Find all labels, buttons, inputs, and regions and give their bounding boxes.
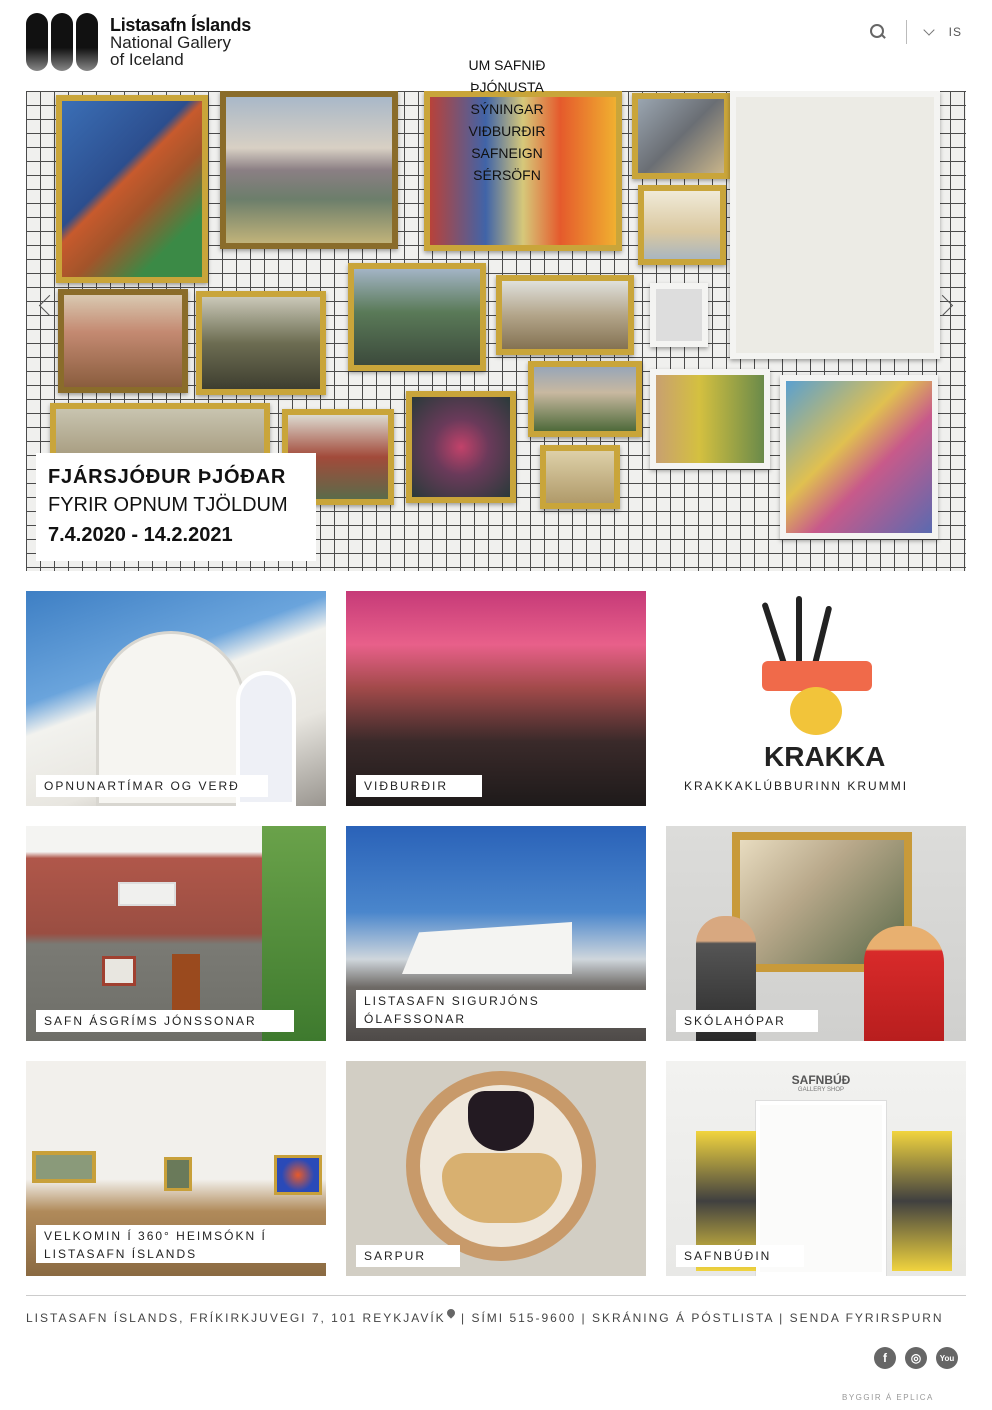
tile-kids-club[interactable]: KRAKKA KRAKKAKLÚBBURINN KRUMMI [666, 591, 966, 806]
header-tools: IS [868, 20, 962, 44]
footer-info: LISTASAFN ÍSLANDS, FRÍKIRKJUVEGI 7, 101 … [26, 1309, 944, 1325]
painting [650, 283, 708, 347]
tile-sigurjon-museum[interactable]: LISTASAFN SIGURJÓNS ÓLAFSSONAR [346, 826, 646, 1041]
painting [496, 275, 634, 355]
krakka-logo-text: KRAKKA [764, 741, 886, 772]
nav-item-safneign[interactable]: SAFNEIGN [464, 142, 550, 164]
hero-caption[interactable]: FJÁRSJÓÐUR ÞJÓÐAR FYRIR OPNUM TJÖLDUM 7.… [36, 453, 316, 561]
painting [274, 1155, 322, 1195]
skirt-figure [442, 1153, 562, 1223]
footer-phone: | SÍMI 515-9600 [461, 1311, 577, 1325]
chevron-down-icon[interactable] [923, 26, 935, 38]
instagram-icon[interactable]: ◎ [905, 1347, 927, 1369]
skylight-window [118, 882, 176, 906]
social-links: f ◎ You [874, 1347, 958, 1369]
painting [540, 445, 620, 509]
painting [56, 95, 208, 283]
builder-credit[interactable]: BYGGIR Á EPLICA [842, 1393, 934, 1402]
child-figure [864, 926, 944, 1041]
shop-sign: SAFNBÚÐ [791, 1073, 851, 1087]
logo-mark-icon [26, 13, 98, 71]
trees [262, 826, 326, 1041]
tile-label: KRAKKAKLÚBBURINN KRUMMI [684, 779, 909, 793]
main-nav: UM SAFNIÐ ÞJÓNUSTA SÝNINGAR VIÐBURÐIR SA… [464, 54, 550, 186]
footer-address: LISTASAFN ÍSLANDS, FRÍKIRKJUVEGI 7, 101 … [26, 1311, 446, 1325]
tile-label: SARPUR [356, 1245, 460, 1267]
facebook-icon[interactable]: f [874, 1347, 896, 1369]
painting [632, 93, 730, 179]
tile-sarpur[interactable]: SARPUR [346, 1061, 646, 1276]
tile-label-line2: LISTASAFN ÍSLANDS [44, 1247, 198, 1261]
painting [58, 289, 188, 393]
tile-label: LISTASAFN SIGURJÓNS ÓLAFSSONAR [356, 990, 646, 1028]
nav-item-vidburdir[interactable]: VIÐBURÐIR [464, 120, 550, 142]
tile-label: SAFNBÚÐIN [676, 1245, 804, 1267]
painting [528, 361, 642, 437]
tile-label: OPNUNARTÍMAR OG VERÐ [36, 775, 268, 797]
logo-subtitle-line1: National Gallery [110, 32, 231, 52]
search-icon[interactable] [868, 22, 888, 42]
face [790, 687, 842, 735]
painting [348, 263, 486, 371]
painting [164, 1157, 192, 1191]
painting [780, 375, 938, 539]
chevron-left-icon[interactable] [36, 291, 52, 321]
page: Listasafn Íslands National Gallery of Ic… [0, 0, 992, 1410]
logo-text: Listasafn Íslands National Gallery of Ic… [110, 14, 251, 69]
door [172, 954, 200, 1010]
feather [761, 601, 789, 671]
shop-sign-sub: GALLERY SHOP [797, 1087, 845, 1093]
hero-dates: 7.4.2020 - 14.2.2021 [48, 524, 233, 546]
painting [32, 1151, 96, 1183]
footer-contact-link[interactable]: | SENDA FYRIRSPURN [779, 1311, 943, 1325]
footer-mailing-list-link[interactable]: | SKRÁNING Á PÓSTLISTA [582, 1311, 774, 1325]
tile-label-line1: LISTASAFN SIGURJÓNS [364, 994, 540, 1008]
tile-label-line1: VELKOMIN Í 360° HEIMSÓKN Í [44, 1229, 267, 1243]
header-divider [905, 20, 907, 44]
tile-asgrimur-museum[interactable]: SAFN ÁSGRÍMS JÓNSSONAR [26, 826, 326, 1041]
tile-label: SAFN ÁSGRÍMS JÓNSSONAR [36, 1010, 294, 1032]
painting [730, 91, 940, 359]
nav-item-thjonusta[interactable]: ÞJÓNUSTA [464, 76, 550, 98]
tile-events[interactable]: VIÐBURÐIR [346, 591, 646, 806]
tile-label: SKÓLAHÓPAR [676, 1010, 818, 1032]
display-shelf [892, 1131, 952, 1271]
nav-item-sersofn[interactable]: SÉRSÖFN [464, 164, 550, 186]
painting [406, 391, 516, 503]
site-logo[interactable]: Listasafn Íslands National Gallery of Ic… [26, 12, 251, 72]
tile-opening-hours[interactable]: OPNUNARTÍMAR OG VERÐ [26, 591, 326, 806]
youtube-icon[interactable]: You [936, 1347, 958, 1369]
logo-subtitle-line2: of Iceland [110, 49, 184, 69]
hero-title: FJÁRSJÓÐUR ÞJÓÐAR [48, 466, 287, 488]
tile-label: VIÐBURÐIR [356, 775, 482, 797]
painting [196, 291, 326, 395]
tile-school-groups[interactable]: SKÓLAHÓPAR [666, 826, 966, 1041]
footer-divider [26, 1295, 966, 1296]
tile-image [346, 591, 646, 806]
hero-subtitle: FYRIR OPNUM TJÖLDUM [48, 494, 288, 516]
painting [220, 91, 398, 249]
painting [650, 369, 770, 469]
chevron-right-icon[interactable] [940, 291, 956, 321]
map-pin-icon[interactable] [446, 1309, 456, 1323]
window [102, 956, 136, 986]
tile-label: VELKOMIN Í 360° HEIMSÓKN Í LISTASAFN ÍSL… [36, 1225, 326, 1263]
painting [638, 185, 726, 265]
tile-gallery-shop[interactable]: SAFNBÚÐ GALLERY SHOP SAFNBÚÐIN [666, 1061, 966, 1276]
language-switch[interactable]: IS [949, 25, 962, 39]
nav-item-syningar[interactable]: SÝNINGAR [464, 98, 550, 120]
tile-label-line2: ÓLAFSSONAR [364, 1012, 467, 1026]
tile-360-tour[interactable]: VELKOMIN Í 360° HEIMSÓKN Í LISTASAFN ÍSL… [26, 1061, 326, 1276]
logo-title: Listasafn Íslands [110, 14, 251, 35]
nav-item-um-safnid[interactable]: UM SAFNIÐ [464, 54, 550, 76]
